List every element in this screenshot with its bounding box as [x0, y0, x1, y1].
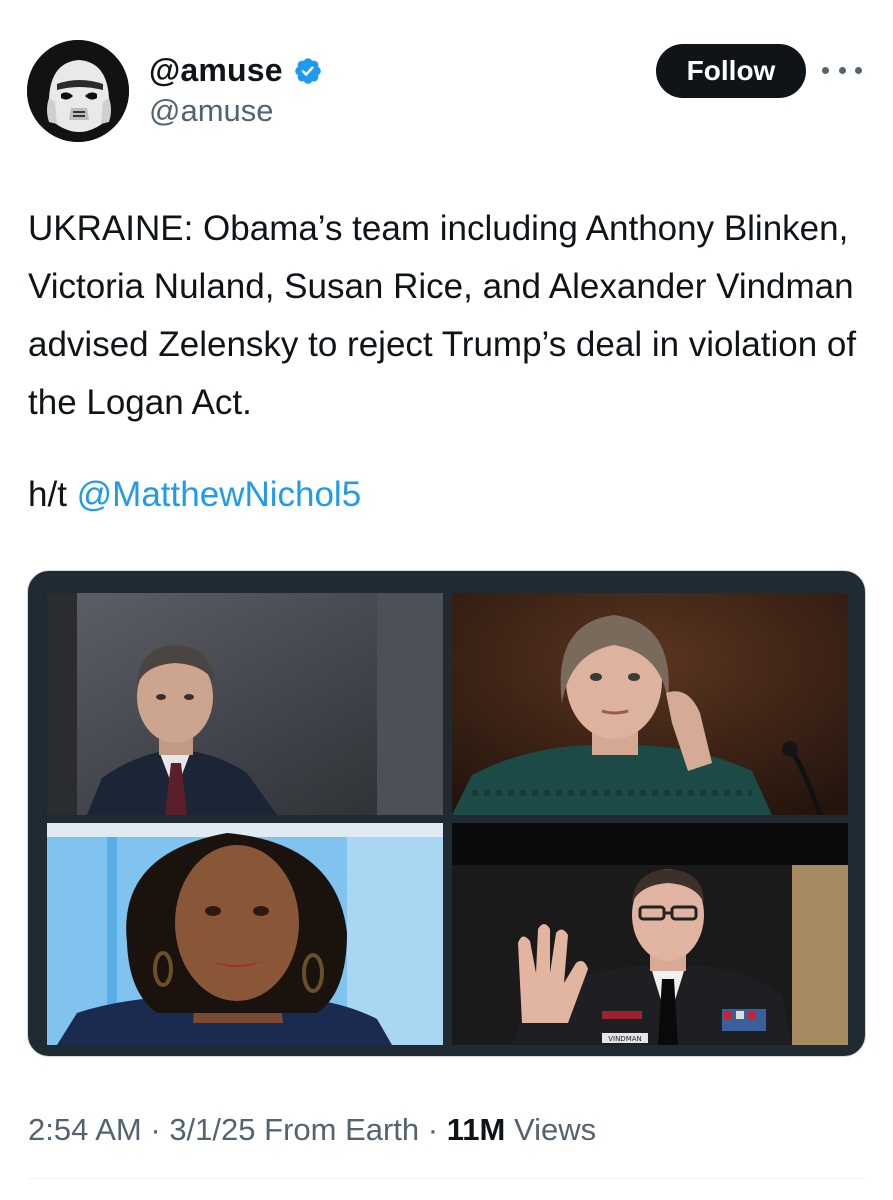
tweet-meta: 2:54 AM · 3/1/25 From Earth · 11M Views	[28, 1112, 596, 1148]
tweet-time[interactable]: 2:54 AM	[28, 1112, 142, 1147]
views-count: 11M	[446, 1112, 506, 1147]
tweet-date[interactable]: 3/1/25	[169, 1112, 255, 1147]
views-label: Views	[505, 1112, 597, 1147]
verified-badge-icon	[294, 57, 321, 84]
tweet-page: @amuse @amuse Follow UKRAINE: Obama’s te…	[0, 0, 893, 1200]
author-display-name[interactable]: @amuse	[149, 52, 283, 89]
meta-separator: ·	[141, 1112, 170, 1147]
author-name-row: @amuse	[149, 52, 323, 89]
media-card[interactable]: VINDMAN	[27, 570, 866, 1057]
follow-button[interactable]: Follow	[656, 44, 806, 98]
photo-bottom-right[interactable]: VINDMAN	[452, 823, 848, 1045]
more-options-icon[interactable]	[822, 60, 862, 80]
tweet-text: UKRAINE: Obama’s team including Anthony …	[28, 209, 866, 422]
photo-top-left[interactable]	[47, 593, 443, 815]
photo-bottom-left[interactable]	[47, 823, 443, 1045]
hat-tip-prefix: h/t	[28, 475, 77, 514]
hat-tip-line: h/t @MatthewNichol5	[28, 466, 361, 524]
tweet-source: From Earth	[255, 1112, 420, 1147]
meta-separator: ·	[419, 1112, 447, 1147]
uniform-nametag: VINDMAN	[608, 1035, 642, 1043]
avatar[interactable]	[27, 40, 129, 142]
photo-top-right[interactable]	[452, 593, 848, 815]
divider	[28, 1178, 866, 1179]
stormtrooper-avatar-icon	[27, 40, 129, 142]
mention-link[interactable]: @MatthewNichol5	[77, 475, 362, 514]
author-handle[interactable]: @amuse	[149, 93, 274, 129]
